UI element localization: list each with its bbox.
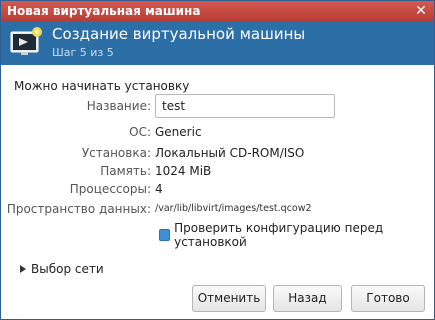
os-value: Generic xyxy=(155,125,202,139)
monitor-with-star-icon xyxy=(10,27,42,55)
customize-checkbox[interactable] xyxy=(159,229,171,241)
cancel-button[interactable]: Отменить xyxy=(192,285,266,312)
network-selection-expander[interactable]: Выбор сети xyxy=(19,262,104,276)
cpus-label: Процессоры: xyxy=(69,182,151,196)
back-button[interactable]: Назад xyxy=(273,285,342,312)
wizard-header: Создание виртуальной машины Шаг 5 из 5 xyxy=(1,21,434,65)
customize-checkbox-row[interactable]: Проверить конфигурацию перед установкой xyxy=(159,221,434,249)
install-value: Локальный CD-ROM/ISO xyxy=(155,146,305,160)
wizard-title: Создание виртуальной машины xyxy=(52,25,306,43)
storage-value: /var/lib/libvirt/images/test.qcow2 xyxy=(155,203,312,214)
new-vm-dialog: Новая виртуальная машина ✕ Создание вирт… xyxy=(0,0,435,320)
close-icon[interactable]: ✕ xyxy=(414,4,428,18)
os-label: ОС: xyxy=(129,125,151,139)
section-title: Можно начинать установку xyxy=(14,79,190,93)
window-title: Новая виртуальная машина xyxy=(7,4,201,18)
window-titlebar[interactable]: Новая виртуальная машина ✕ xyxy=(1,1,434,21)
install-label: Установка: xyxy=(81,146,151,160)
storage-label: Пространство данных: xyxy=(6,202,151,216)
network-selection-label: Выбор сети xyxy=(31,262,104,276)
wizard-step: Шаг 5 из 5 xyxy=(52,46,114,59)
cpus-value: 4 xyxy=(155,182,163,196)
triangle-right-icon xyxy=(20,265,26,273)
name-field[interactable] xyxy=(155,94,335,118)
name-label: Название: xyxy=(86,99,151,113)
memory-label: Память: xyxy=(100,164,151,178)
customize-checkbox-label[interactable]: Проверить конфигурацию перед установкой xyxy=(174,221,434,249)
memory-value: 1024 MiB xyxy=(155,164,212,178)
finish-button[interactable]: Готово xyxy=(351,285,425,312)
